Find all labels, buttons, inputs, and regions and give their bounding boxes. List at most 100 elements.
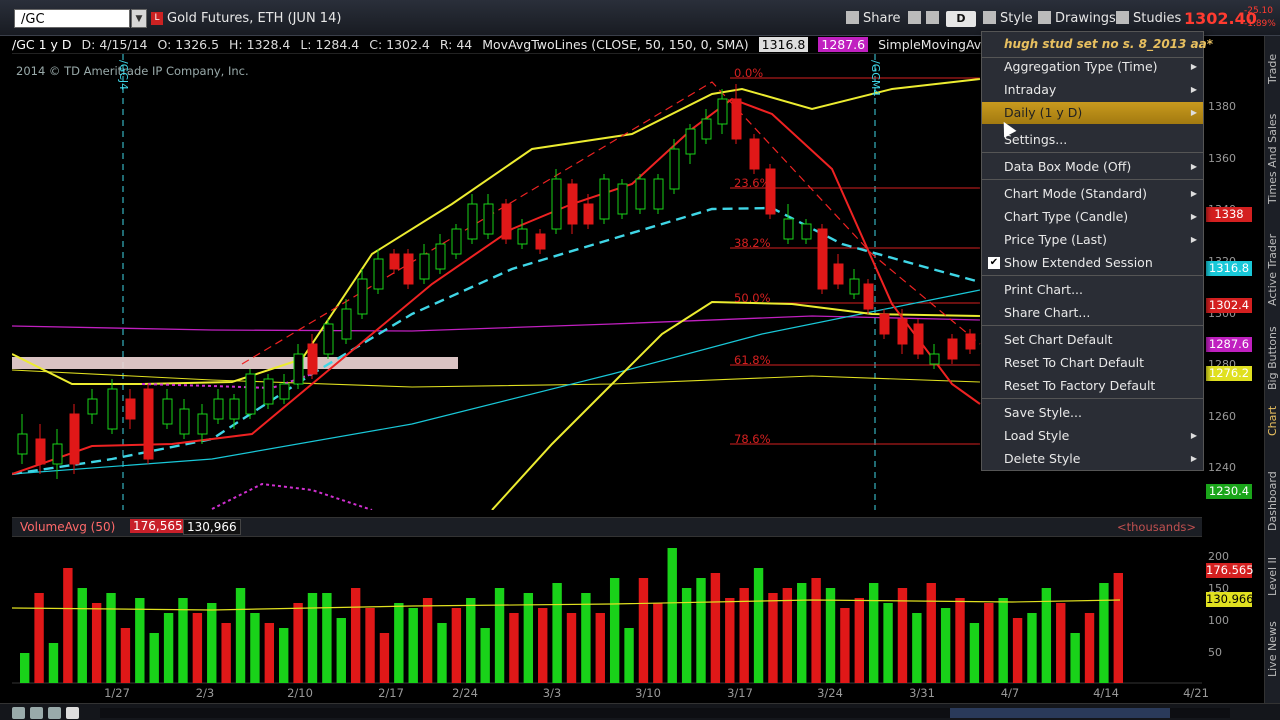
side-tab-trade[interactable]: Trade (1265, 44, 1280, 94)
menu-item-share-chart[interactable]: Share Chart... (982, 302, 1203, 324)
candle-body (583, 203, 594, 225)
menu-item-daily[interactable]: Daily (1 y D) ▶ (982, 102, 1203, 124)
menu-item-data-box-mode[interactable]: Data Box Mode (Off) ▶ (982, 156, 1203, 178)
volume-bar (955, 598, 965, 683)
candle-body (229, 398, 240, 420)
candle-body (69, 413, 80, 465)
wrench-button[interactable] (926, 10, 943, 28)
volume-bar (725, 598, 735, 683)
candle-body (52, 443, 63, 465)
candle-body (341, 308, 352, 340)
price-axis-tag: 1338 (1206, 207, 1252, 222)
volume-bar (595, 613, 605, 683)
candle-body (323, 323, 334, 355)
pan-icon[interactable] (12, 707, 25, 719)
volume-bar (279, 628, 289, 683)
volume-units: <thousands> (1116, 520, 1196, 534)
menu-item-set-chart-default[interactable]: Set Chart Default (982, 329, 1203, 351)
volume-bar (379, 633, 390, 683)
price-axis-tick: 1240 (1208, 461, 1236, 474)
period-button[interactable]: D (946, 11, 976, 27)
menu-item-chart-type[interactable]: Chart Type (Candle) ▶ (982, 206, 1203, 228)
date-axis-tick: 2/17 (378, 686, 404, 700)
crosshair-button[interactable] (908, 10, 925, 28)
volume-study-label[interactable]: VolumeAvg (50) (20, 520, 115, 534)
volume-bar (394, 603, 404, 683)
candle-body (87, 398, 98, 415)
zoom-icon[interactable] (30, 707, 43, 719)
date-axis-tick: 3/10 (635, 686, 661, 700)
side-tab-level-ii[interactable]: Level II (1265, 546, 1280, 606)
candle-body (125, 398, 136, 420)
candle-body (717, 98, 728, 125)
style-button[interactable]: Style (983, 10, 1033, 28)
volume-bar (63, 568, 73, 683)
volume-bar (912, 613, 922, 683)
menu-item-aggregation-type[interactable]: Aggregation Type (Time) ▶ (982, 56, 1203, 78)
menu-item-price-type[interactable]: Price Type (Last) ▶ (982, 229, 1203, 251)
menu-item-settings[interactable]: Settings... (982, 129, 1203, 151)
menu-item-delete-style[interactable]: Delete Style ▶ (982, 448, 1203, 470)
volume-bar (1099, 583, 1109, 683)
menu-item-load-style[interactable]: Load Style ▶ (982, 425, 1203, 447)
scrollbar-thumb[interactable] (950, 708, 1170, 718)
candle-body (501, 203, 512, 240)
date-axis-tick: 4/7 (1000, 686, 1020, 700)
volume-average-line (12, 599, 1121, 611)
volume-axis-tick: 200 (1208, 550, 1229, 563)
volume-bar (163, 613, 174, 683)
symbol-dropdown-button[interactable]: ▼ (131, 9, 147, 28)
candle-body (213, 398, 224, 420)
menu-item-show-extended-session[interactable]: ✔ Show Extended Session (982, 252, 1203, 274)
share-button[interactable]: Share (846, 10, 901, 28)
menu-item-reset-chart-default[interactable]: Reset To Chart Default (982, 352, 1203, 374)
volume-bar (221, 623, 231, 683)
expiry-label: /GCJ4 (117, 60, 130, 91)
side-tab-dashboard[interactable]: Dashboard (1265, 461, 1280, 541)
side-tab-big-buttons[interactable]: Big Buttons (1265, 326, 1280, 391)
fibonacci-label: 0.0% (734, 66, 764, 80)
trend-line (241, 81, 981, 365)
menu-item-intraday[interactable]: Intraday ▶ (982, 79, 1203, 101)
fibonacci-label: 61.8% (734, 353, 771, 367)
side-tab-times-and-sales[interactable]: Times And Sales (1265, 104, 1280, 214)
side-tab-active-trader[interactable]: Active Trader (1265, 224, 1280, 316)
candle-body (451, 228, 462, 255)
candle-body (279, 383, 290, 400)
side-tab-chart[interactable]: Chart (1265, 401, 1280, 441)
share-icon (846, 11, 859, 24)
submenu-arrow-icon: ▶ (1190, 62, 1197, 71)
side-tab-live-news[interactable]: Live News (1265, 614, 1280, 684)
volume-bar (451, 608, 462, 683)
candle-body (897, 318, 908, 345)
volume-bar (609, 578, 620, 683)
studies-button[interactable]: Studies (1116, 10, 1181, 28)
volume-axis-tick: 50 (1208, 646, 1222, 659)
chart-scrollbar[interactable] (100, 708, 1230, 718)
expiry-label: /GCM4 (869, 60, 882, 97)
menu-item-print-chart[interactable]: Print Chart... (982, 279, 1203, 301)
volume-bar (466, 598, 476, 683)
drawings-button[interactable]: Drawings (1038, 10, 1116, 28)
volume-bar (350, 588, 361, 683)
menu-style-name[interactable]: hugh stud set no s. 8_2013 aa* (982, 33, 1213, 55)
checkbox-checked-icon[interactable]: ✔ (988, 257, 1000, 269)
zoom-out-icon[interactable] (48, 707, 61, 719)
menu-item-save-style[interactable]: Save Style... (982, 402, 1203, 424)
menu-item-chart-mode[interactable]: Chart Mode (Standard) ▶ (982, 183, 1203, 205)
pointer-icon[interactable] (66, 707, 79, 719)
pencil-icon (1038, 11, 1051, 24)
volume-bar (653, 603, 663, 683)
candle-body (749, 138, 760, 170)
status-study-mavg[interactable]: MovAvgTwoLines (CLOSE, 50, 150, 0, SMA) (482, 37, 748, 52)
status-close: C: 1302.4 (369, 37, 430, 52)
symbol-input[interactable]: /GC (14, 9, 130, 28)
menu-item-reset-factory-default[interactable]: Reset To Factory Default (982, 375, 1203, 397)
candle-body (517, 228, 528, 245)
candle-body (162, 398, 173, 425)
volume-bar (77, 588, 87, 683)
candle-body (567, 183, 578, 225)
candle-body (849, 278, 860, 295)
volume-chart[interactable] (12, 540, 1202, 684)
volume-bar (149, 633, 159, 683)
